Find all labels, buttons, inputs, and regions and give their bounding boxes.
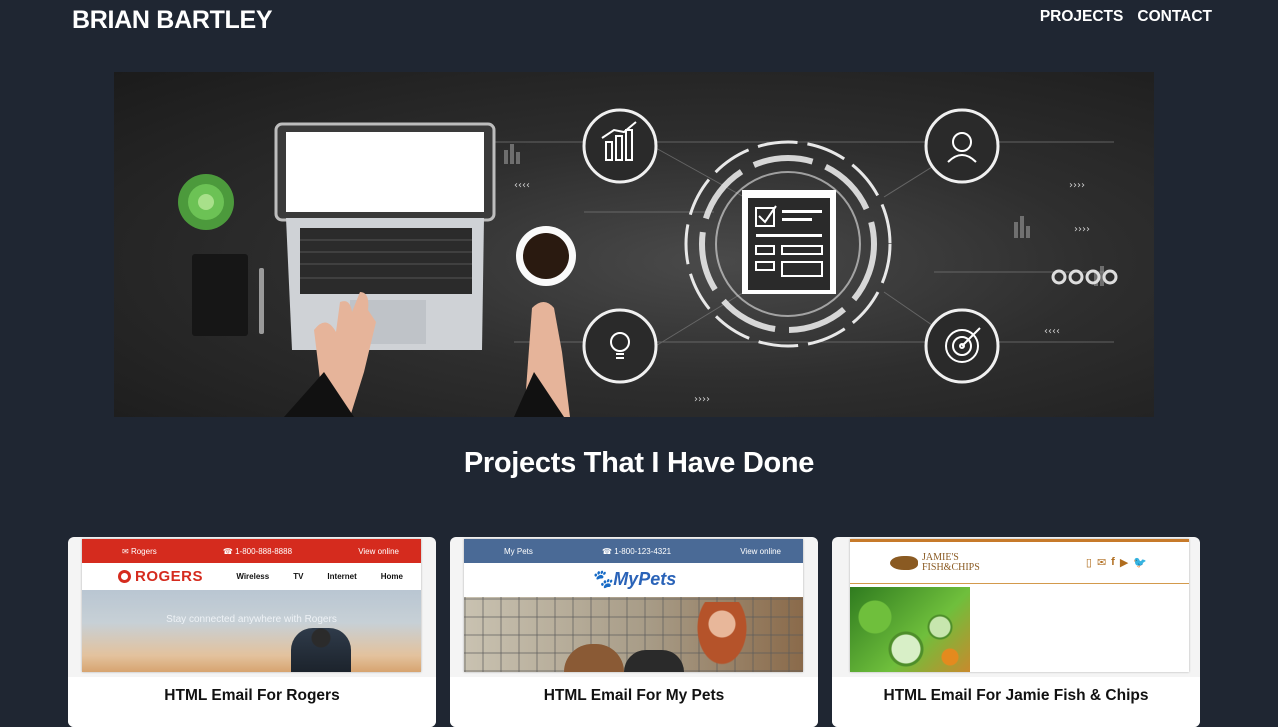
svg-text:››››: ›››› (1069, 180, 1085, 191)
rogers-navrow: ROGERS Wireless TV Internet Home (82, 563, 421, 590)
rogers-topbar-left: Rogers (122, 547, 157, 556)
rogers-links: Wireless TV Internet Home (236, 572, 403, 581)
svg-text:››››: ›››› (694, 394, 710, 405)
rogers-logo: ROGERS (118, 568, 203, 585)
rogers-swirl-icon (118, 570, 131, 583)
salad-image (850, 587, 970, 672)
mypets-topbar-left: My Pets (504, 546, 533, 556)
dog-image (564, 644, 624, 672)
jamie-header: JAMIE'S FISH&CHIPS ▯ ✉ f ▶ 🐦 (850, 539, 1189, 584)
rogers-email-preview: Rogers 1-800-888-8888 View online ROGERS… (82, 539, 421, 672)
youtube-icon: ▶ (1119, 557, 1129, 569)
project-card-mypets[interactable]: My Pets 1-800-123-4321 View online 🐾 MyP… (450, 537, 818, 727)
mail-icon: ✉ (1096, 557, 1107, 569)
projects-heading: Projects That I Have Done (463, 447, 815, 479)
mypets-topbar: My Pets 1-800-123-4321 View online (464, 539, 803, 563)
card-title[interactable]: HTML Email For Jamie Fish & Chips (832, 687, 1200, 705)
rogers-hero-image: Stay connected anywhere with Rogers (82, 590, 421, 672)
hero-banner-image: ‹‹‹‹ ‹‹‹‹ ›››› ›››› ›››› (114, 72, 1154, 417)
project-card-rogers[interactable]: Rogers 1-800-888-8888 View online ROGERS… (68, 537, 436, 727)
jamie-social-icons: ▯ ✉ f ▶ 🐦 (1086, 556, 1147, 569)
card-title[interactable]: HTML Email For Rogers (68, 687, 436, 705)
rogers-link-tv: TV (293, 572, 304, 581)
fish-icon (890, 555, 918, 570)
brand-logo[interactable]: BRIAN BARTLEY (72, 6, 273, 35)
project-card-jamie[interactable]: JAMIE'S FISH&CHIPS ▯ ✉ f ▶ 🐦 HTML Email … (832, 537, 1200, 727)
paw-icon: 🐾 (590, 569, 614, 589)
jamie-email-preview: JAMIE'S FISH&CHIPS ▯ ✉ f ▶ 🐦 (850, 539, 1189, 672)
mypets-email-preview: My Pets 1-800-123-4321 View online 🐾 MyP… (464, 539, 803, 672)
rogers-link-home: Home (380, 572, 403, 581)
nav-projects[interactable]: PROJECTS (1040, 8, 1124, 26)
rogers-link-wireless: Wireless (236, 572, 270, 581)
svg-text:‹‹‹‹: ‹‹‹‹ (514, 180, 530, 191)
nav-contact[interactable]: CONTACT (1137, 8, 1212, 26)
mypets-view-online: View online (740, 546, 781, 556)
mypets-hero-image (464, 597, 803, 672)
mypets-topbar-phone: 1-800-123-4321 (602, 547, 671, 556)
twitter-icon: 🐦 (1133, 557, 1147, 569)
rogers-view-online: View online (358, 546, 399, 556)
card-title[interactable]: HTML Email For My Pets (450, 687, 818, 705)
rogers-topbar-phone: 1-800-888-8888 (223, 547, 292, 556)
rogers-topbar: Rogers 1-800-888-8888 View online (82, 539, 421, 563)
woman-image (692, 602, 752, 672)
rogers-link-internet: Internet (327, 572, 357, 581)
rogers-tagline: Stay connected anywhere with Rogers (166, 614, 337, 625)
mypets-logo-text: MyPets (613, 569, 677, 589)
dog-image (624, 650, 684, 672)
phone-icon: ▯ (1085, 557, 1092, 569)
main-nav: PROJECTS CONTACT (1040, 8, 1212, 26)
svg-text:‹‹‹‹: ‹‹‹‹ (1044, 326, 1060, 337)
rogers-logo-text: ROGERS (135, 568, 204, 585)
jamie-logo: JAMIE'S FISH&CHIPS (890, 552, 980, 573)
svg-text:››››: ›››› (1074, 224, 1090, 235)
jamie-logo-line2: FISH&CHIPS (922, 561, 980, 573)
mypets-logo: 🐾 MyPets (464, 563, 803, 596)
rogers-person-image (291, 628, 351, 672)
facebook-icon: f (1111, 556, 1115, 568)
